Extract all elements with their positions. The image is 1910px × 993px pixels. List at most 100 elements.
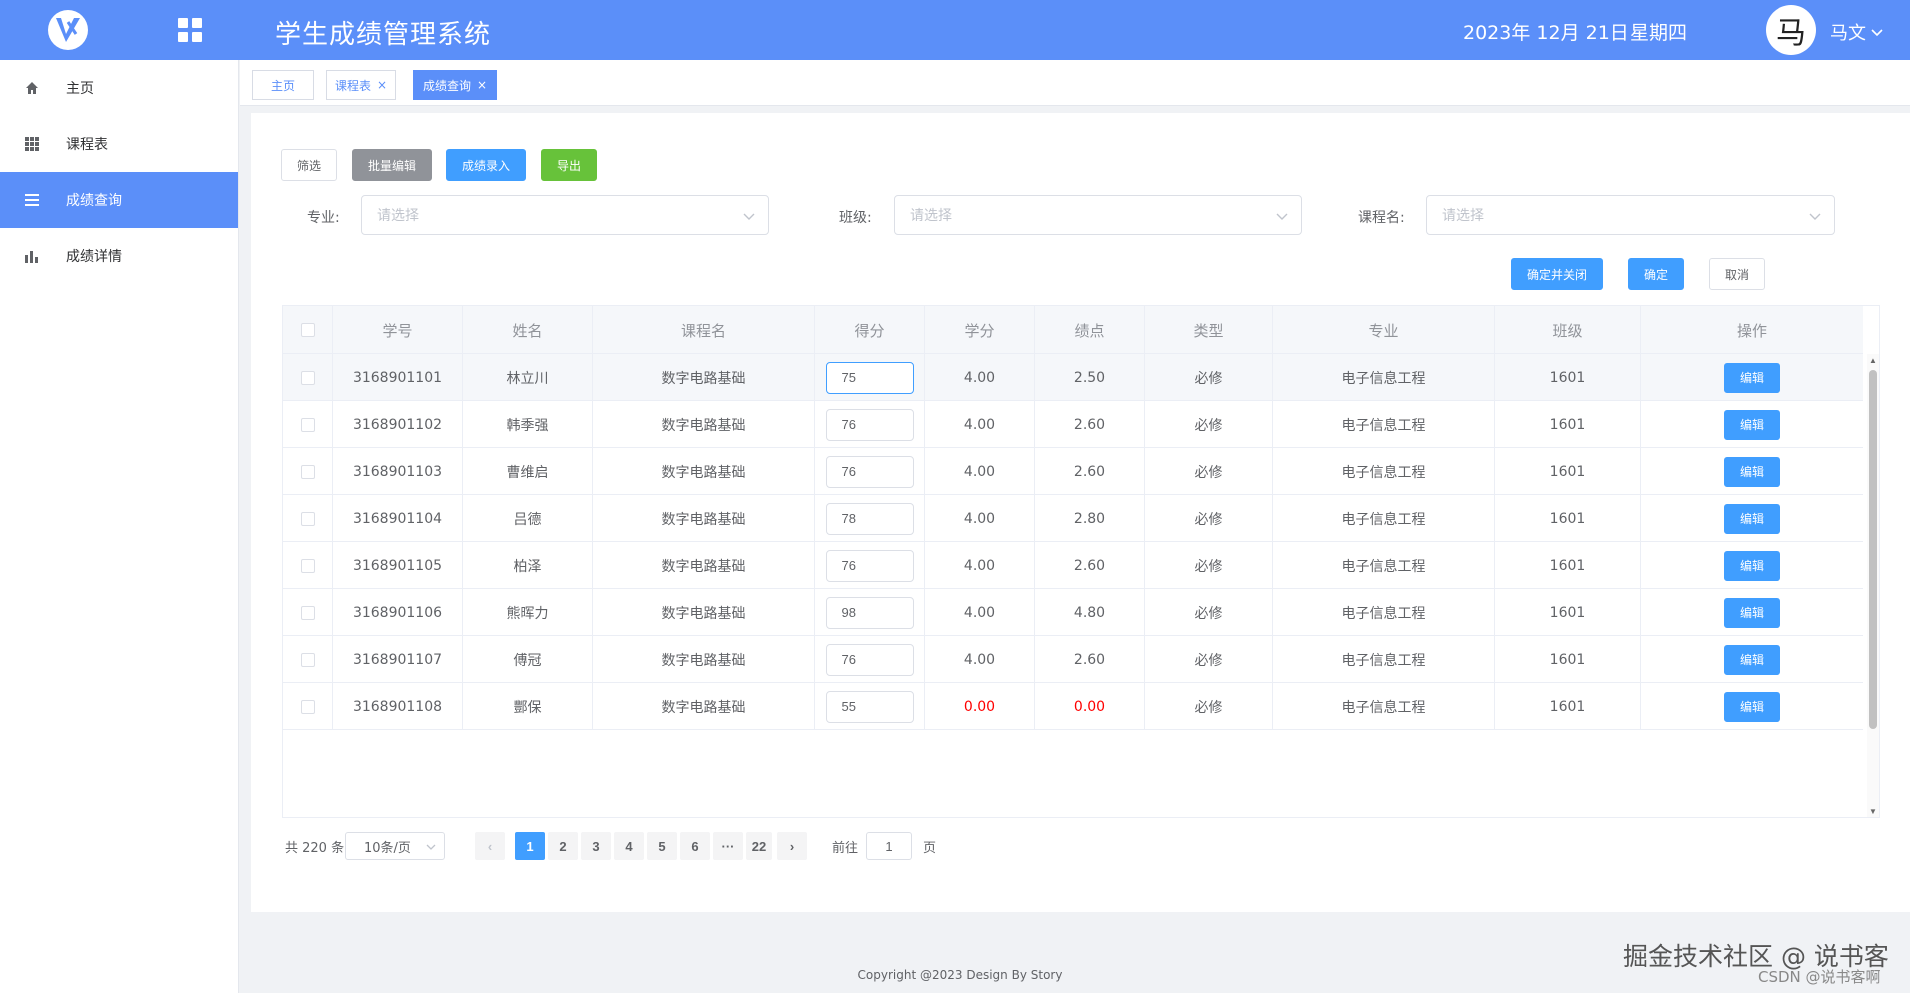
score-input[interactable]: [825, 596, 914, 629]
edit-button[interactable]: 编辑: [1724, 362, 1780, 393]
close-icon[interactable]: ×: [377, 78, 387, 92]
tag-schedule[interactable]: 课程表 ×: [326, 70, 396, 100]
footer-copyright: Copyright @2023 Design By Story: [857, 968, 1063, 982]
edit-button[interactable]: 编辑: [1724, 597, 1780, 628]
column-header[interactable]: 班级: [1495, 306, 1641, 354]
enter-score-button[interactable]: 成绩录入: [446, 149, 526, 181]
row-checkbox[interactable]: [300, 652, 315, 667]
table-row[interactable]: 3168901105柏泽数字电路基础 4.002.60必修电子信息工程1601 编辑: [283, 542, 1863, 589]
table-row[interactable]: 3168901101林立川数字电路基础 4.002.50必修电子信息工程1601 编…: [283, 354, 1863, 401]
column-header[interactable]: 类型: [1145, 306, 1273, 354]
table-row[interactable]: 3168901107傅冠数字电路基础 4.002.60必修电子信息工程1601 编辑: [283, 636, 1863, 683]
confirm-close-button[interactable]: 确定并关闭: [1511, 258, 1603, 290]
table-row[interactable]: 3168901103曹维启数字电路基础 4.002.60必修电子信息工程1601 编…: [283, 448, 1863, 495]
confirm-button[interactable]: 确定: [1628, 258, 1684, 290]
page-number[interactable]: 6: [680, 832, 710, 860]
scrollbar-thumb[interactable]: [1869, 370, 1877, 729]
select-all-checkbox[interactable]: [300, 323, 315, 337]
tag-label: 成绩查询: [422, 78, 471, 93]
page-number[interactable]: 1: [515, 832, 545, 860]
cell-type: 必修: [1145, 589, 1273, 636]
page-number[interactable]: 22: [746, 832, 772, 860]
row-checkbox[interactable]: [300, 558, 315, 573]
sidebar-item-label: 成绩详情: [66, 249, 122, 265]
cell-major: 电子信息工程: [1273, 683, 1495, 730]
cell-course: 数字电路基础: [593, 354, 815, 401]
column-header[interactable]: 专业: [1273, 306, 1495, 354]
row-select-cell: [283, 542, 333, 589]
tag-score-query[interactable]: 成绩查询 ×: [413, 70, 497, 100]
row-checkbox[interactable]: [300, 370, 315, 385]
edit-button[interactable]: 编辑: [1724, 503, 1780, 534]
cell-major: 电子信息工程: [1273, 636, 1495, 683]
score-input[interactable]: [825, 455, 914, 488]
score-input[interactable]: [825, 502, 914, 535]
score-input[interactable]: [825, 408, 914, 441]
column-header[interactable]: 得分: [815, 306, 925, 354]
row-checkbox[interactable]: [300, 464, 315, 479]
column-header[interactable]: 学号: [333, 306, 463, 354]
edit-button[interactable]: 编辑: [1724, 644, 1780, 675]
table-row[interactable]: 3168901108酆保数字电路基础0.000.00必修电子信息工程1601编辑: [283, 683, 1863, 730]
cancel-button[interactable]: 取消: [1709, 258, 1765, 290]
score-input[interactable]: [825, 361, 914, 394]
page-number[interactable]: 2: [548, 832, 578, 860]
edit-button[interactable]: 编辑: [1724, 691, 1780, 722]
user-menu[interactable]: 马文: [1830, 19, 1884, 45]
close-icon[interactable]: ×: [477, 78, 487, 92]
page-number[interactable]: 4: [614, 832, 644, 860]
cell-major: 电子信息工程: [1273, 401, 1495, 448]
scroll-down-icon[interactable]: ▼: [1869, 807, 1877, 816]
page-size-select[interactable]: 10条/页: [345, 832, 445, 860]
table-row[interactable]: 3168901106熊晖力数字电路基础 4.004.80必修电子信息工程1601 编…: [283, 589, 1863, 636]
sidebar-item-score-query[interactable]: 成绩查询: [0, 172, 238, 228]
score-input[interactable]: [825, 549, 914, 582]
app-title: 学生成绩管理系统: [275, 20, 492, 50]
page-number[interactable]: 3: [581, 832, 611, 860]
column-header[interactable]: 操作: [1641, 306, 1863, 354]
table-row[interactable]: 3168901102韩季强数字电路基础 4.002.60必修电子信息工程1601 编…: [283, 401, 1863, 448]
class-select[interactable]: 请选择: [894, 195, 1302, 235]
cell-id: 3168901101: [333, 354, 463, 401]
cell-course: 数字电路基础: [593, 401, 815, 448]
table-row[interactable]: 3168901104吕德数字电路基础 4.002.80必修电子信息工程1601 编辑: [283, 495, 1863, 542]
export-button[interactable]: 导出: [541, 149, 597, 181]
cell-gpa: 2.50: [1035, 354, 1145, 401]
scroll-up-icon[interactable]: ▲: [1869, 356, 1877, 365]
filter-button[interactable]: 筛选: [281, 149, 337, 181]
edit-button[interactable]: 编辑: [1724, 550, 1780, 581]
sidebar-item-home[interactable]: 主页: [0, 60, 238, 116]
course-select[interactable]: 请选择: [1426, 195, 1835, 235]
batch-edit-button[interactable]: 批量编辑: [352, 149, 432, 181]
score-input[interactable]: [825, 643, 914, 676]
column-header[interactable]: 学分: [925, 306, 1035, 354]
goto-page-input[interactable]: [866, 832, 912, 860]
row-checkbox[interactable]: [300, 605, 315, 620]
cell-name: 熊晖力: [463, 589, 593, 636]
table-scrollbar[interactable]: ▲ ▼: [1867, 354, 1879, 817]
row-checkbox[interactable]: [300, 511, 315, 526]
column-header[interactable]: 姓名: [463, 306, 593, 354]
edit-button[interactable]: 编辑: [1724, 409, 1780, 440]
sidebar-item-score-detail[interactable]: 成绩详情: [0, 228, 238, 284]
cell-class: 1601: [1495, 683, 1641, 730]
sidebar-item-schedule[interactable]: 课程表: [0, 116, 238, 172]
tag-home[interactable]: 主页: [252, 70, 314, 100]
column-header[interactable]: 课程名: [593, 306, 815, 354]
menu-toggle-grid-icon[interactable]: [178, 18, 202, 42]
app-logo-icon: [48, 10, 88, 50]
edit-button[interactable]: 编辑: [1724, 456, 1780, 487]
score-input[interactable]: [825, 690, 914, 723]
column-header[interactable]: 绩点: [1035, 306, 1145, 354]
page-number[interactable]: 5: [647, 832, 677, 860]
major-select[interactable]: 请选择: [361, 195, 769, 235]
major-label: 专业:: [307, 210, 340, 226]
row-checkbox[interactable]: [300, 417, 315, 432]
more-pages-icon[interactable]: ···: [713, 832, 743, 860]
prev-page-icon[interactable]: ‹: [475, 832, 505, 860]
avatar[interactable]: 马: [1766, 5, 1816, 55]
next-page-icon[interactable]: ›: [777, 832, 807, 860]
row-checkbox[interactable]: [300, 699, 315, 714]
cell-name: 柏泽: [463, 542, 593, 589]
cell-gpa: 2.60: [1035, 636, 1145, 683]
